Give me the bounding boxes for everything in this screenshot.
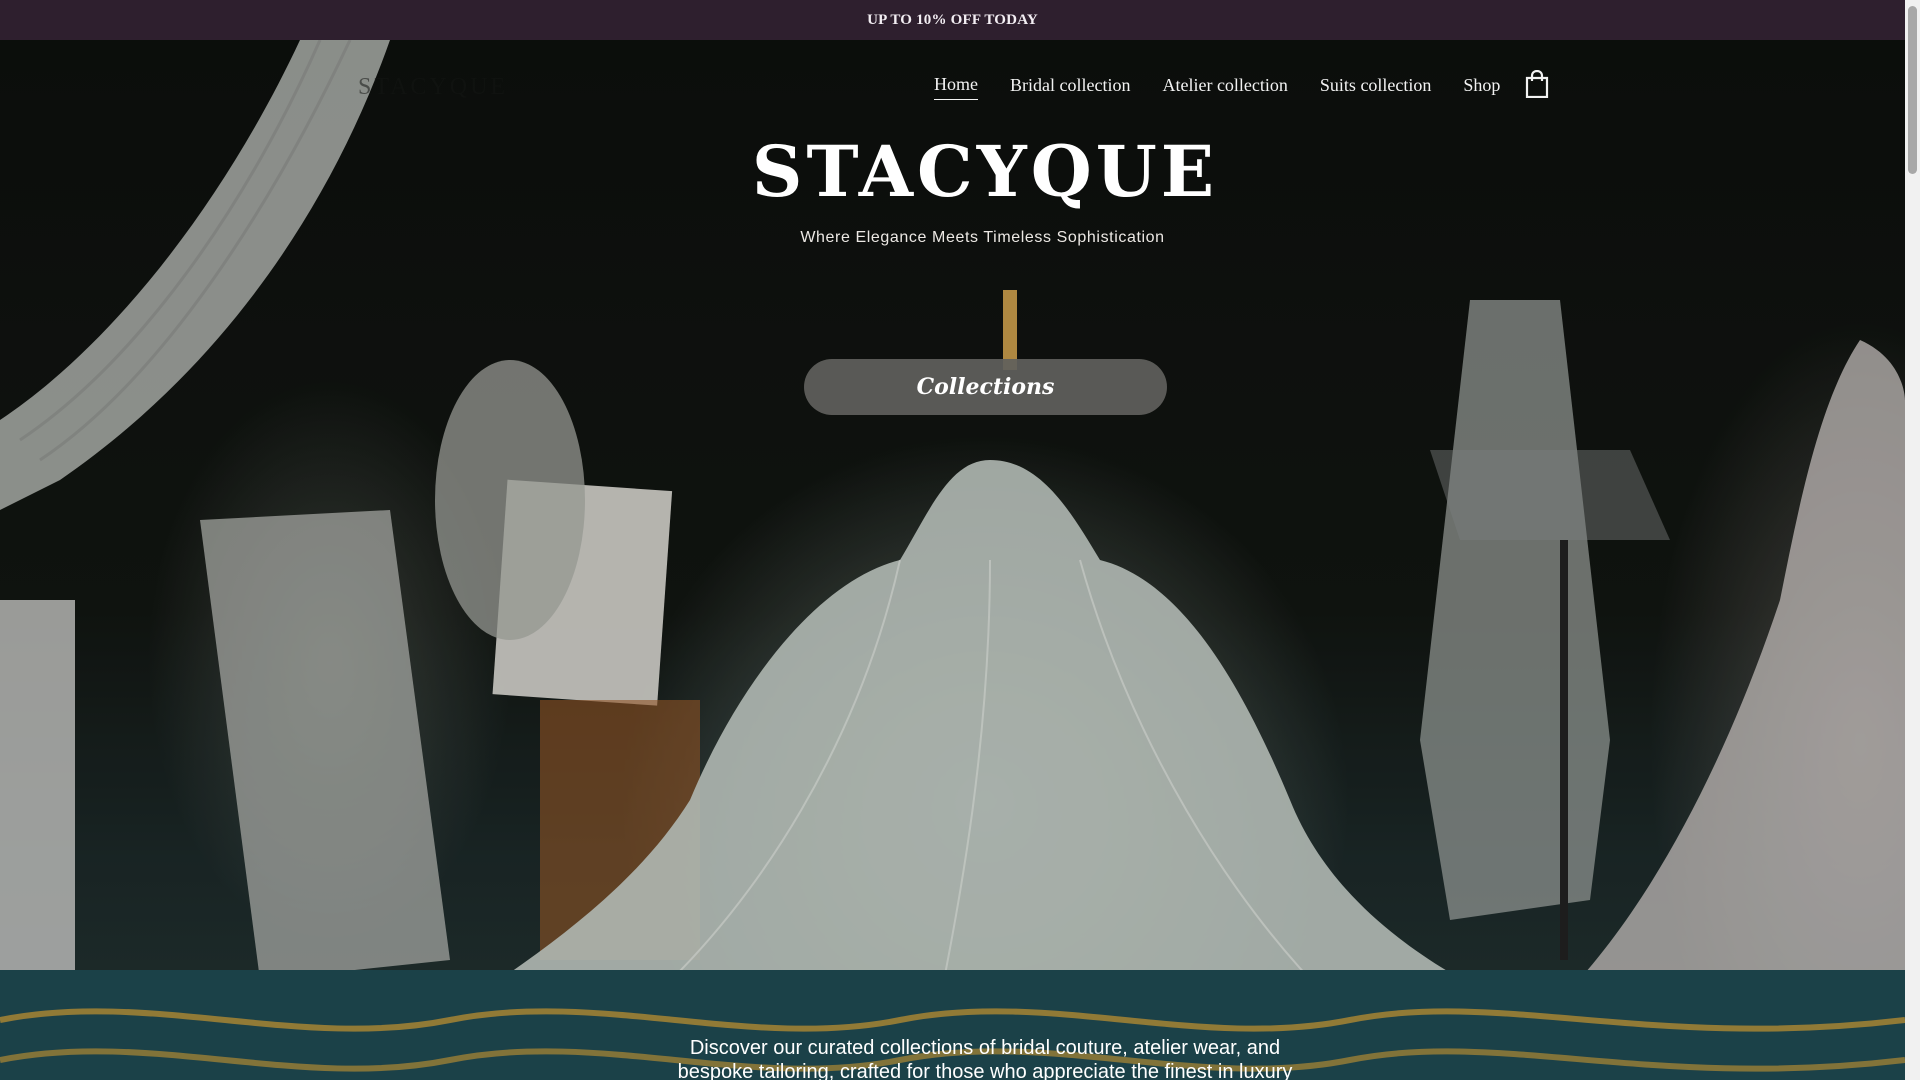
nav-bridal-collection[interactable]: Bridal collection <box>1010 75 1130 100</box>
page: UP TO 10% OFF TODAY STACYQUE Home Bridal… <box>0 0 1920 1080</box>
nav-home[interactable]: Home <box>934 74 978 100</box>
shopping-bag-icon[interactable] <box>1524 70 1550 98</box>
promo-text: UP TO 10% OFF TODAY <box>867 11 1038 28</box>
hero-title: STACYQUE <box>751 130 1219 213</box>
site-logo[interactable]: STACYQUE <box>358 74 508 101</box>
promo-bar: UP TO 10% OFF TODAY <box>0 0 1905 40</box>
nav-suits-collection[interactable]: Suits collection <box>1320 75 1432 100</box>
page-scrollbar[interactable] <box>1905 0 1920 1080</box>
main-nav: Home Bridal collection Atelier collectio… <box>934 74 1500 100</box>
scrollbar-thumb[interactable] <box>1908 6 1917 174</box>
hero-intro-text: Discover our curated collections of brid… <box>677 1037 1293 1080</box>
collections-button[interactable]: Collections <box>804 359 1167 415</box>
site-header: STACYQUE Home Bridal collection Atelier … <box>0 40 1905 130</box>
nav-atelier-collection[interactable]: Atelier collection <box>1162 75 1287 100</box>
hero-tagline: Where Elegance Meets Timeless Sophistica… <box>800 229 1165 246</box>
nav-shop[interactable]: Shop <box>1463 75 1500 100</box>
